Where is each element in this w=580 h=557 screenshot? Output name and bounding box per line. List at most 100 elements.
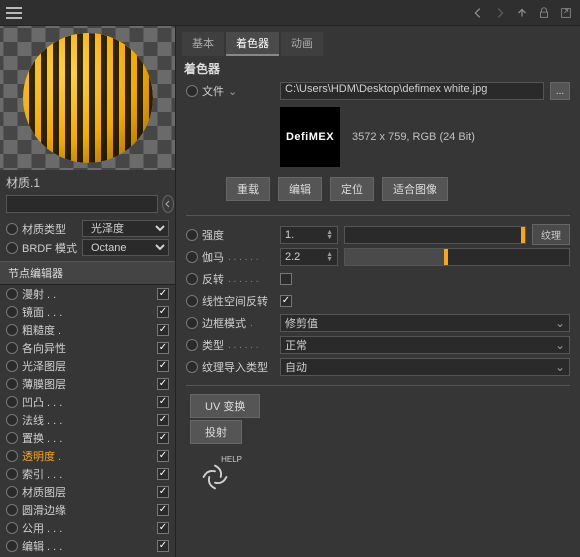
channel-checkbox[interactable] bbox=[157, 306, 169, 318]
channel-checkbox[interactable] bbox=[157, 324, 169, 336]
channel-radio[interactable] bbox=[6, 306, 18, 318]
file-radio[interactable] bbox=[186, 85, 198, 97]
channel-label: 薄膜图层 bbox=[22, 376, 153, 392]
back-icon[interactable] bbox=[470, 5, 486, 21]
channel-label: 材质图层 bbox=[22, 484, 153, 500]
channel-label: 法线 . . . bbox=[22, 412, 153, 428]
linear-radio[interactable] bbox=[186, 295, 198, 307]
search-input[interactable] bbox=[6, 195, 158, 213]
channel-checkbox[interactable] bbox=[157, 414, 169, 426]
help-icon[interactable]: HELP bbox=[196, 458, 236, 498]
channel-radio[interactable] bbox=[6, 288, 18, 300]
channel-row[interactable]: 索引 . . . bbox=[0, 465, 175, 483]
channel-radio[interactable] bbox=[6, 414, 18, 426]
channel-label: 编辑 . . . bbox=[22, 538, 153, 554]
channel-row[interactable]: 粗糙度 . bbox=[0, 321, 175, 339]
invert-radio[interactable] bbox=[186, 273, 198, 285]
channel-row[interactable]: 薄膜图层 bbox=[0, 375, 175, 393]
locate-button[interactable]: 定位 bbox=[330, 177, 374, 201]
edit-button[interactable]: 编辑 bbox=[278, 177, 322, 201]
channel-radio[interactable] bbox=[6, 396, 18, 408]
gamma-spin[interactable]: 2.2▲▼ bbox=[280, 248, 338, 266]
uv-transform-button[interactable]: UV 变换 bbox=[190, 394, 260, 418]
up-icon[interactable] bbox=[514, 5, 530, 21]
tab-着色器[interactable]: 着色器 bbox=[226, 32, 279, 56]
border-mode-select[interactable]: 修剪值 bbox=[280, 314, 570, 332]
channel-row[interactable]: 公用 . . . bbox=[0, 519, 175, 537]
image-info: 3572 x 759, RGB (24 Bit) bbox=[352, 131, 475, 143]
import-type-radio[interactable] bbox=[186, 361, 198, 373]
material-name[interactable]: 材质.1 bbox=[6, 174, 169, 191]
popout-icon[interactable] bbox=[558, 5, 574, 21]
tab-动画[interactable]: 动画 bbox=[281, 32, 323, 56]
channel-radio[interactable] bbox=[6, 540, 18, 552]
material-preview[interactable] bbox=[0, 26, 175, 170]
channel-label: 索引 . . . bbox=[22, 466, 153, 482]
channel-row[interactable]: 置换 . . . bbox=[0, 429, 175, 447]
brdf-mode-radio[interactable] bbox=[6, 242, 18, 254]
channel-row[interactable]: 编辑 . . . bbox=[0, 537, 175, 555]
reload-button[interactable]: 重载 bbox=[226, 177, 270, 201]
channel-row[interactable]: 漫射 . . bbox=[0, 285, 175, 303]
channel-row[interactable]: 圆滑边缘 bbox=[0, 501, 175, 519]
strength-slider[interactable] bbox=[344, 226, 526, 244]
channel-checkbox[interactable] bbox=[157, 468, 169, 480]
material-type-radio[interactable] bbox=[6, 223, 18, 235]
channel-radio[interactable] bbox=[6, 324, 18, 336]
channel-label: 置换 . . . bbox=[22, 430, 153, 446]
hamburger-menu[interactable] bbox=[6, 7, 22, 19]
channel-checkbox[interactable] bbox=[157, 378, 169, 390]
browse-button[interactable]: ... bbox=[550, 82, 570, 100]
channel-label: 凹凸 . . . bbox=[22, 394, 153, 410]
strength-spin[interactable]: 1.▲▼ bbox=[280, 226, 338, 244]
gamma-radio[interactable] bbox=[186, 251, 198, 263]
prop-brdf-label: BRDF 模式 bbox=[22, 240, 78, 256]
channel-radio[interactable] bbox=[6, 450, 18, 462]
fit-image-button[interactable]: 适合图像 bbox=[382, 177, 448, 201]
channel-radio[interactable] bbox=[6, 486, 18, 498]
channel-row[interactable]: 光泽图层 bbox=[0, 357, 175, 375]
type-select[interactable]: 正常 bbox=[280, 336, 570, 354]
channel-radio[interactable] bbox=[6, 522, 18, 534]
brdf-mode-select[interactable]: Octane bbox=[82, 239, 169, 256]
channel-checkbox[interactable] bbox=[157, 522, 169, 534]
channel-checkbox[interactable] bbox=[157, 450, 169, 462]
linear-checkbox[interactable] bbox=[280, 295, 292, 307]
channel-radio[interactable] bbox=[6, 504, 18, 516]
type-radio[interactable] bbox=[186, 339, 198, 351]
channel-radio[interactable] bbox=[6, 378, 18, 390]
channel-checkbox[interactable] bbox=[157, 504, 169, 516]
channel-checkbox[interactable] bbox=[157, 288, 169, 300]
channel-row[interactable]: 透明度 . bbox=[0, 447, 175, 465]
channel-checkbox[interactable] bbox=[157, 342, 169, 354]
channel-row[interactable]: 材质图层 bbox=[0, 483, 175, 501]
import-type-select[interactable]: 自动 bbox=[280, 358, 570, 376]
strength-radio[interactable] bbox=[186, 229, 198, 241]
channel-checkbox[interactable] bbox=[157, 486, 169, 498]
texture-thumbnail[interactable]: DefiMEX bbox=[280, 107, 340, 167]
channel-checkbox[interactable] bbox=[157, 396, 169, 408]
channel-checkbox[interactable] bbox=[157, 360, 169, 372]
lock-icon[interactable] bbox=[536, 5, 552, 21]
projection-button[interactable]: 投射 bbox=[190, 420, 242, 444]
channel-radio[interactable] bbox=[6, 342, 18, 354]
material-type-select[interactable]: 光泽度 bbox=[82, 220, 169, 237]
tab-基本[interactable]: 基本 bbox=[182, 32, 224, 56]
channel-row[interactable]: 各向异性 bbox=[0, 339, 175, 357]
prev-btn[interactable] bbox=[162, 195, 174, 213]
gamma-slider[interactable] bbox=[344, 248, 570, 266]
channel-radio[interactable] bbox=[6, 468, 18, 480]
file-path-input[interactable]: C:\Users\HDM\Desktop\defimex white.jpg bbox=[280, 82, 544, 100]
invert-checkbox[interactable] bbox=[280, 273, 292, 285]
border-radio[interactable] bbox=[186, 317, 198, 329]
section-node-editor: 节点编辑器 bbox=[0, 261, 175, 285]
channel-checkbox[interactable] bbox=[157, 540, 169, 552]
channel-row[interactable]: 法线 . . . bbox=[0, 411, 175, 429]
channel-radio[interactable] bbox=[6, 360, 18, 372]
strength-texture-btn[interactable]: 纹理 bbox=[532, 224, 570, 245]
channel-row[interactable]: 镜面 . . . bbox=[0, 303, 175, 321]
channel-label: 透明度 . bbox=[22, 448, 153, 464]
channel-radio[interactable] bbox=[6, 432, 18, 444]
channel-checkbox[interactable] bbox=[157, 432, 169, 444]
channel-row[interactable]: 凹凸 . . . bbox=[0, 393, 175, 411]
